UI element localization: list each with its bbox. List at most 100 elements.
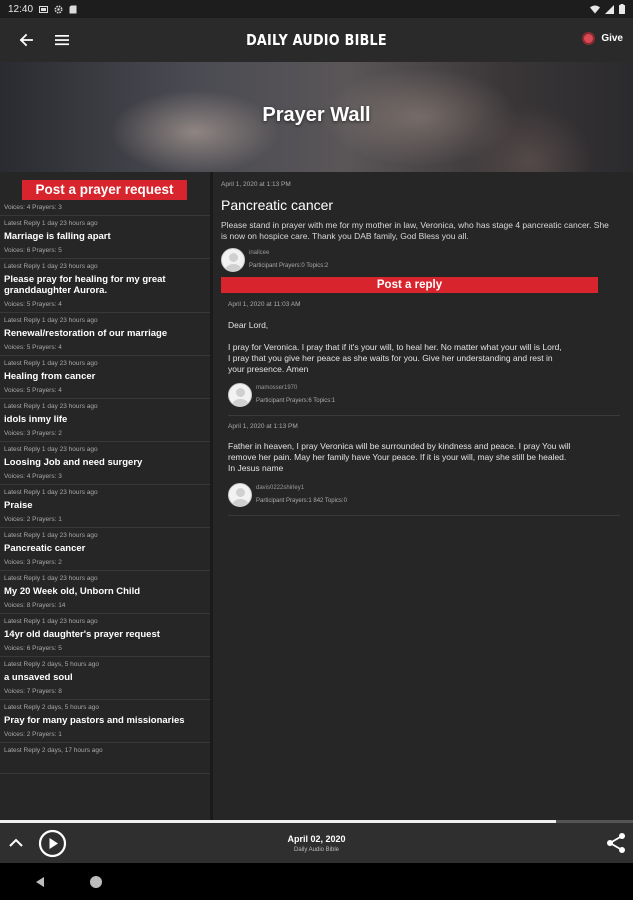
prayer-list-item[interactable]: Latest Reply 2 days, 5 hours ago a unsave… bbox=[0, 657, 210, 700]
episode-date: April 02, 2020 bbox=[287, 834, 346, 844]
prayer-list-item[interactable]: Latest Reply 1 day 23 hours ago Healing f… bbox=[0, 356, 210, 399]
latest-reply-text: Latest Reply 2 days, 5 hours ago bbox=[4, 704, 100, 711]
prayer-meta: Voices: 2 Prayers: 1 bbox=[4, 731, 62, 738]
reply-author[interactable]: mamosser1970 Participant Prayers:6 Topic… bbox=[228, 383, 335, 407]
share-icon[interactable] bbox=[604, 831, 628, 855]
prayer-meta: Voices: 6 Prayers: 5 bbox=[4, 247, 62, 254]
avatar bbox=[228, 383, 252, 407]
latest-reply-text: Latest Reply 2 days, 17 hours ago bbox=[4, 747, 103, 754]
episode-subtitle: Daily Audio Bible bbox=[293, 847, 340, 853]
prayer-title: Please pray for healing for my great gra… bbox=[4, 274, 166, 296]
author-name: davis0222shirley1 bbox=[256, 485, 305, 491]
prayer-title: Pray for many pastors and missionaries bbox=[4, 715, 185, 726]
latest-reply-text: Latest Reply 1 day 23 hours ago bbox=[4, 575, 98, 582]
reply-body: Dear Lord, bbox=[228, 320, 620, 331]
author-name: mamosser1970 bbox=[256, 385, 298, 391]
post-date: April 1, 2020 at 1:13 PM bbox=[221, 181, 291, 188]
prayer-list-pane[interactable]: Post a prayer request Voices: 4 Prayers:… bbox=[0, 172, 210, 820]
latest-reply-text: Latest Reply 1 day 23 hours ago bbox=[4, 532, 98, 539]
settings-notification-icon bbox=[54, 4, 63, 14]
post-reply-button[interactable]: Post a reply bbox=[221, 277, 598, 293]
arrow-back-icon bbox=[19, 33, 33, 47]
reply-line: remove her pain. May her family have You… bbox=[228, 452, 567, 462]
hamburger-menu-icon bbox=[55, 35, 69, 46]
reply-line: Father in heaven, I pray Veronica will b… bbox=[228, 441, 571, 451]
give-label: Give bbox=[601, 33, 623, 44]
reply-line: Dear Lord, bbox=[228, 320, 269, 330]
prayer-list-item[interactable]: Latest Reply 1 day 23 hours ago Praise Voi… bbox=[0, 485, 210, 528]
prayer-meta: Voices: 3 Prayers: 2 bbox=[4, 430, 62, 437]
author-stats: Participant Prayers:6 Topics:1 bbox=[256, 398, 336, 404]
post-author[interactable]: inallcee Participant Prayers:0 Topics:2 bbox=[221, 248, 328, 272]
nav-home-icon[interactable] bbox=[90, 876, 102, 888]
prayer-list-item[interactable]: Latest Reply 1 day 23 hours ago Marriage … bbox=[0, 216, 210, 259]
prayer-title: Loosing Job and need surgery bbox=[4, 457, 143, 468]
reply-author[interactable]: davis0222shirley1 Participant Prayers:1 … bbox=[228, 483, 347, 507]
sd-card-notification-icon bbox=[69, 5, 77, 13]
give-button[interactable]: Give bbox=[582, 32, 623, 45]
latest-reply-text: Latest Reply 1 day 23 hours ago bbox=[4, 360, 98, 367]
reply-item: April 1, 2020 at 11:03 AM bbox=[228, 301, 620, 308]
prayer-list-item[interactable]: Latest Reply 1 day 23 hours ago Please pr… bbox=[0, 259, 210, 313]
prayer-list-item[interactable]: Latest Reply 1 day 23 hours ago 14yr old … bbox=[0, 614, 210, 657]
prayer-list-item[interactable]: Latest Reply 1 day 23 hours ago My 20 Wee… bbox=[0, 571, 210, 614]
reply-date: April 1, 2020 at 1:13 PM bbox=[228, 423, 298, 430]
author-stats: Participant Prayers:0 Topics:2 bbox=[249, 263, 329, 269]
prayer-title: Pancreatic cancer bbox=[4, 543, 86, 554]
list-item-meta: Voices: 4 Prayers: 3 bbox=[0, 200, 210, 216]
signal-icon bbox=[605, 4, 614, 14]
post-prayer-request-button[interactable]: Post a prayer request bbox=[22, 180, 187, 200]
prayer-list-item[interactable]: Latest Reply 2 days, 5 hours ago Pray for… bbox=[0, 700, 210, 743]
reply-divider bbox=[228, 515, 620, 516]
prayer-list-item[interactable]: Latest Reply 1 day 23 hours ago Loosing J… bbox=[0, 442, 210, 485]
reply-line: your presence. Amen bbox=[228, 364, 309, 374]
wifi-icon bbox=[590, 5, 600, 13]
prayer-list: Latest Reply 1 day 23 hours ago Marriage … bbox=[0, 216, 210, 774]
prayer-title: My 20 Week old, Unborn Child bbox=[4, 586, 141, 597]
latest-reply-text: Latest Reply 1 day 23 hours ago bbox=[4, 220, 98, 227]
reply-body: I pray for Veronica. I pray that if it's… bbox=[228, 342, 620, 375]
status-bar: 12:40 bbox=[0, 0, 633, 18]
prayer-list-item[interactable]: Latest Reply 2 days, 17 hours ago bbox=[0, 743, 210, 774]
audio-player: April 02, 2020 Daily Audio Bible bbox=[0, 823, 633, 863]
latest-reply-text: Latest Reply 2 days, 5 hours ago bbox=[4, 661, 100, 668]
back-button[interactable] bbox=[8, 18, 44, 62]
reply-line: I pray for Veronica. I pray that if it's… bbox=[228, 342, 562, 352]
avatar bbox=[228, 483, 252, 507]
prayer-list-item[interactable]: Latest Reply 1 day 23 hours ago Pancreati… bbox=[0, 528, 210, 571]
give-icon bbox=[582, 32, 596, 45]
prayer-meta: Voices: 5 Prayers: 4 bbox=[4, 344, 62, 351]
prayer-meta: Voices: 5 Prayers: 4 bbox=[4, 301, 62, 308]
prayer-meta: Voices: 5 Prayers: 4 bbox=[4, 387, 62, 394]
author-name: inallcee bbox=[249, 250, 270, 256]
prayer-meta bbox=[4, 762, 206, 773]
prayer-list-item[interactable]: Latest Reply 1 day 23 hours ago Renewal/r… bbox=[0, 313, 210, 356]
latest-reply-text: Latest Reply 1 day 23 hours ago bbox=[4, 489, 98, 496]
prayer-detail-pane[interactable]: April 1, 2020 at 1:13 PM Pancreatic canc… bbox=[213, 172, 633, 820]
prayer-title: Praise bbox=[4, 500, 33, 511]
app-bar: DAILY AUDIO BIBLE Give bbox=[0, 18, 633, 62]
latest-reply-text: Latest Reply 1 day 23 hours ago bbox=[4, 263, 98, 270]
latest-reply-text: Latest Reply 1 day 23 hours ago bbox=[4, 446, 98, 453]
screenshot-notification-icon bbox=[39, 5, 49, 13]
prayer-list-item[interactable]: Latest Reply 1 day 23 hours ago idols inm… bbox=[0, 399, 210, 442]
prayer-meta: Voices: 3 Prayers: 2 bbox=[4, 559, 62, 566]
reply-body: Father in heaven, I pray Veronica will b… bbox=[228, 441, 620, 474]
system-nav-bar bbox=[0, 863, 633, 900]
prayer-meta: Voices: 2 Prayers: 1 bbox=[4, 516, 62, 523]
reply-date: April 1, 2020 at 11:03 AM bbox=[228, 301, 301, 308]
latest-reply-text: Latest Reply 1 day 23 hours ago bbox=[4, 317, 98, 324]
app-title: DAILY AUDIO BIBLE bbox=[246, 31, 387, 49]
reply-line: In Jesus name bbox=[228, 463, 284, 473]
prayer-meta: Voices: 4 Prayers: 3 bbox=[4, 473, 62, 480]
latest-reply-text: Latest Reply 1 day 23 hours ago bbox=[4, 403, 98, 410]
nav-back-icon[interactable] bbox=[34, 876, 46, 888]
prayer-meta: Voices: 6 Prayers: 5 bbox=[4, 645, 62, 652]
prayer-title: idols inmy life bbox=[4, 414, 68, 425]
prayer-meta: Voices: 8 Prayers: 14 bbox=[4, 602, 66, 609]
prayer-title: 14yr old daughter's prayer request bbox=[4, 629, 160, 640]
page-title: Prayer Wall bbox=[262, 104, 371, 126]
menu-button[interactable] bbox=[44, 18, 80, 62]
prayer-meta: Voices: 7 Prayers: 8 bbox=[4, 688, 62, 695]
reply-divider bbox=[228, 415, 620, 416]
